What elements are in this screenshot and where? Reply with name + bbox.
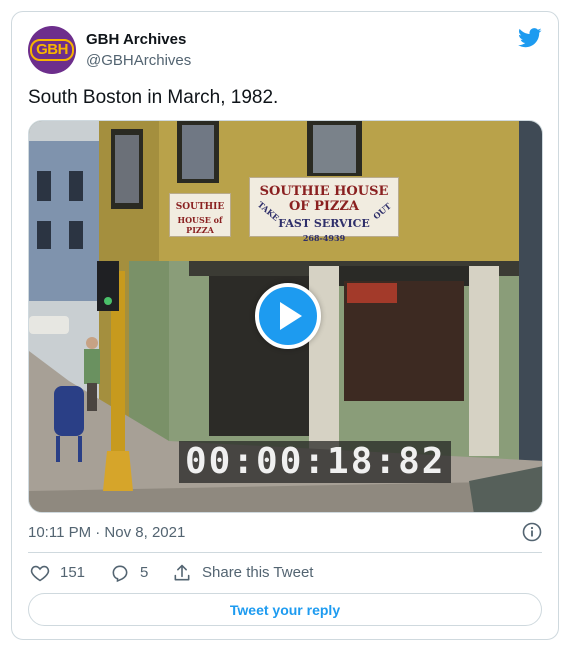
sign-side-line2: HOUSE of PIZZA — [177, 215, 223, 235]
gbh-logo: GBH — [30, 39, 74, 61]
like-count: 151 — [60, 564, 86, 581]
sign-main: SOUTHIE HOUSE OF PIZZA FAST SERVICE 268-… — [249, 177, 399, 243]
play-icon — [280, 302, 302, 330]
tweet-timestamp[interactable]: 10:11 PM · Nov 8, 2021 — [28, 523, 185, 543]
info-icon[interactable] — [522, 522, 542, 542]
heart-icon — [30, 565, 50, 582]
video-player[interactable]: SOUTHIE HOUSE OF PIZZA FAST SERVICE 268-… — [28, 120, 543, 513]
play-button[interactable] — [255, 283, 321, 349]
tweet-text: South Boston in March, 1982. — [28, 87, 279, 108]
reply-icon — [112, 565, 128, 583]
share-icon — [174, 564, 190, 581]
share-label: Share this Tweet — [202, 564, 314, 581]
author-name[interactable]: GBH Archives — [86, 30, 186, 50]
sign-side: SOUTHIE HOUSE of PIZZA — [169, 193, 231, 237]
reply-count: 5 — [140, 564, 149, 581]
reply-action[interactable]: 5 — [110, 563, 148, 583]
sign-side-line1: SOUTHIE — [175, 202, 225, 212]
tweet-reply-button[interactable]: Tweet your reply — [28, 593, 542, 626]
twitter-bird-icon[interactable] — [518, 28, 542, 48]
share-action[interactable]: Share this Tweet — [172, 563, 313, 583]
timecode-overlay: 00:00:18:82 — [179, 441, 452, 483]
avatar[interactable]: GBH — [28, 26, 76, 74]
like-action[interactable]: 151 — [30, 563, 85, 583]
sign-main-phone: 268-4939 — [302, 233, 346, 243]
author-handle[interactable]: @GBHArchives — [86, 51, 191, 71]
divider — [28, 552, 542, 553]
tweet-card: GBH GBH Archives @GBHArchives South Bost… — [11, 11, 559, 640]
